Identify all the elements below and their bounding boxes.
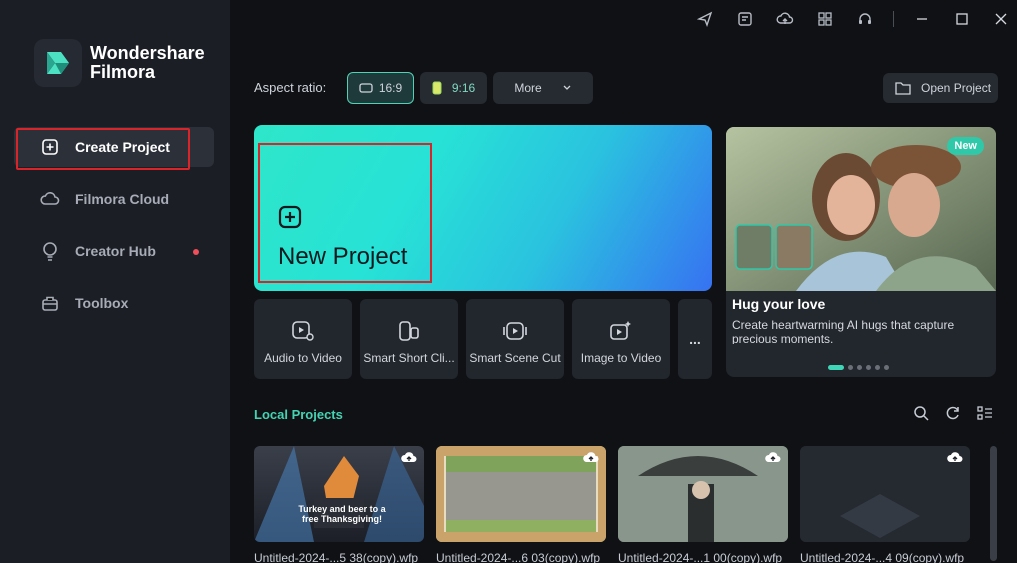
close-icon[interactable] <box>992 10 1010 28</box>
carousel-dot[interactable] <box>848 365 853 370</box>
project-thumbnail <box>254 446 424 542</box>
sidebar: Wondershare Filmora Create Project Filmo… <box>0 0 230 563</box>
cloud-upload-icon[interactable] <box>582 450 600 466</box>
project-name: Untitled-2024-...5 38(copy).wfp <box>254 551 419 563</box>
apps-grid-icon[interactable] <box>816 10 834 28</box>
cloud-upload-icon[interactable] <box>764 450 782 466</box>
bulb-icon <box>40 241 60 261</box>
cloud-upload-icon[interactable] <box>776 10 794 28</box>
cloud-icon <box>40 189 60 209</box>
brand-line-2: Filmora <box>90 62 156 82</box>
portrait-icon <box>432 81 442 95</box>
list-view-icon[interactable] <box>976 404 994 422</box>
send-icon[interactable] <box>696 10 714 28</box>
tool-label: Smart Scene Cut <box>469 351 561 365</box>
filmora-logo <box>34 39 82 87</box>
project-thumbnail <box>436 446 606 542</box>
aspect-9-16-button[interactable]: 9:16 <box>420 72 487 104</box>
landscape-icon <box>359 83 373 93</box>
aspect-ratio-label: Aspect ratio: <box>254 80 327 95</box>
folder-icon <box>895 82 911 95</box>
titlebar-separator <box>893 11 894 27</box>
tool-image-to-video[interactable]: Image to Video <box>572 299 670 379</box>
scrollbar[interactable] <box>990 446 997 561</box>
search-icon[interactable] <box>912 404 930 422</box>
task-icon[interactable] <box>736 10 754 28</box>
plus-square-icon <box>278 205 302 229</box>
project-thumbnail <box>618 446 788 542</box>
sidebar-item-label: Creator Hub <box>75 243 156 259</box>
open-project-button[interactable]: Open Project <box>883 73 998 103</box>
aspect-16-9-button[interactable]: 16:9 <box>347 72 414 104</box>
sidebar-item-toolbox[interactable]: Toolbox <box>14 283 214 323</box>
plus-square-icon <box>40 137 60 157</box>
carousel-dots[interactable] <box>828 365 889 370</box>
promo-image: New <box>726 127 996 291</box>
new-badge: New <box>947 137 984 155</box>
aspect-option-label: 9:16 <box>451 81 476 95</box>
refresh-icon[interactable] <box>944 404 962 422</box>
carousel-dot[interactable] <box>875 365 880 370</box>
sidebar-item-label: Filmora Cloud <box>75 191 170 207</box>
tool-audio-to-video[interactable]: Audio to Video <box>254 299 352 379</box>
new-project-label: New Project <box>278 243 408 270</box>
project-card-3[interactable] <box>618 446 788 542</box>
sidebar-item-create-project[interactable]: Create Project <box>14 127 214 170</box>
cloud-upload-icon[interactable] <box>946 450 964 466</box>
maximize-icon[interactable] <box>953 10 971 28</box>
promo-description: Create heartwarming AI hugs that capture… <box>732 318 955 344</box>
cloud-upload-icon[interactable] <box>400 450 418 466</box>
aspect-more-dropdown[interactable]: More <box>493 72 593 104</box>
project-card-1[interactable]: Turkey and beer to a free Thanksgiving! <box>254 446 424 542</box>
project-name: Untitled-2024-...1 00(copy).wfp <box>618 551 783 563</box>
tool-label: Image to Video <box>580 351 662 365</box>
tool-smart-scene-cut[interactable]: Smart Scene Cut <box>466 299 564 379</box>
open-project-label: Open Project <box>921 81 992 95</box>
sidebar-item-label: Create Project <box>75 139 170 155</box>
promo-card[interactable]: New Hug your love Create heartwarming AI… <box>726 127 996 377</box>
project-card-4[interactable] <box>800 446 970 542</box>
more-label: More <box>514 81 542 95</box>
tool-smart-short-clips[interactable]: Smart Short Cli... <box>360 299 458 379</box>
image-to-video-icon <box>610 321 631 340</box>
chevron-down-icon <box>563 85 571 90</box>
brand-line-1: Wondershare <box>90 43 205 63</box>
toolbox-icon <box>40 293 60 313</box>
sidebar-item-label: Toolbox <box>75 295 129 311</box>
project-name: Untitled-2024-...4 09(copy).wfp <box>800 551 965 563</box>
local-projects-title: Local Projects <box>254 407 343 422</box>
carousel-dot[interactable] <box>866 365 871 370</box>
promo-title: Hug your love <box>732 296 826 312</box>
audio-to-video-icon <box>292 321 314 341</box>
notification-dot <box>193 249 199 255</box>
tool-label: Smart Short Cli... <box>363 351 455 365</box>
scene-cut-icon <box>503 322 527 340</box>
sidebar-item-creator-hub[interactable]: Creator Hub <box>14 231 214 271</box>
carousel-dot[interactable] <box>857 365 862 370</box>
project-thumbnail <box>800 446 970 542</box>
carousel-dot[interactable] <box>828 365 844 370</box>
headset-icon[interactable] <box>856 10 874 28</box>
aspect-option-label: 16:9 <box>378 81 403 95</box>
project-card-2[interactable] <box>436 446 606 542</box>
carousel-dot[interactable] <box>884 365 889 370</box>
smart-short-clips-icon <box>399 321 419 341</box>
minimize-icon[interactable] <box>913 10 931 28</box>
thumbnail-caption: Turkey and beer to a free Thanksgiving! <box>298 504 386 524</box>
tool-label: Audio to Video <box>264 351 342 365</box>
project-name: Untitled-2024-...6 03(copy).wfp <box>436 551 601 563</box>
new-project-card[interactable]: New Project <box>254 125 712 291</box>
brand-name: Wondershare Filmora <box>90 44 205 82</box>
more-tools-button[interactable]: ... <box>678 299 712 379</box>
sidebar-item-filmora-cloud[interactable]: Filmora Cloud <box>14 179 214 219</box>
